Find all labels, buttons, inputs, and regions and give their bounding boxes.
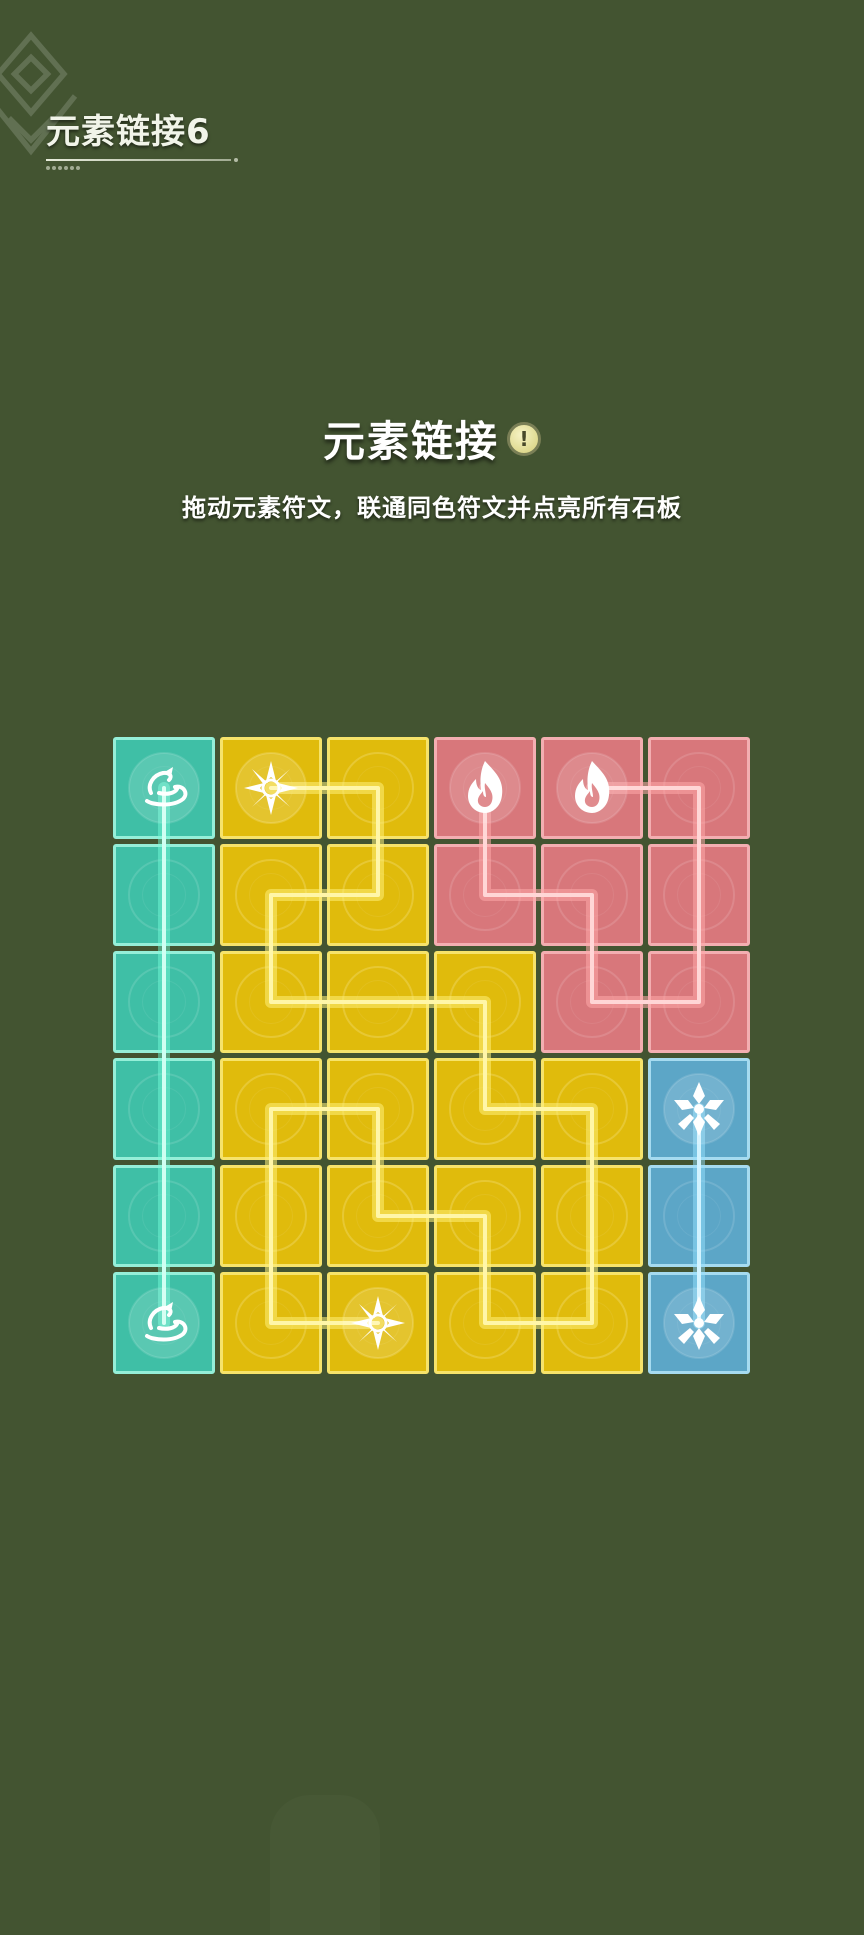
tile-geo[interactable] [327, 1165, 429, 1267]
tile-geo[interactable] [327, 951, 429, 1053]
tile-geo[interactable] [541, 1272, 643, 1374]
bottom-decoration [270, 1795, 380, 1935]
puzzle-board [113, 737, 751, 1375]
tile-geo[interactable] [220, 1272, 322, 1374]
tile-geo[interactable] [434, 1058, 536, 1160]
tile-inner-ring [142, 980, 186, 1024]
tile-inner-ring [142, 1087, 186, 1131]
tile-anemo[interactable] [113, 951, 215, 1053]
puzzle-heading-row: 元素链接 ! [0, 408, 864, 469]
tile-inner-ring [463, 980, 507, 1024]
tile-inner-ring [142, 1194, 186, 1238]
tile-inner-ring [356, 873, 400, 917]
tile-inner-ring [677, 766, 721, 810]
tile-geo[interactable] [327, 737, 429, 839]
tile-inner-ring [677, 980, 721, 1024]
tile-geo[interactable] [220, 951, 322, 1053]
level-header: 元素链接6 [46, 104, 238, 170]
tile-pyro[interactable] [648, 951, 750, 1053]
tile-inner-ring [463, 1087, 507, 1131]
tile-inner-ring [463, 1301, 507, 1345]
tile-inner-ring [463, 1194, 507, 1238]
tile-anemo[interactable] [113, 1058, 215, 1160]
tile-inner-ring [356, 1194, 400, 1238]
tile-pyro[interactable] [648, 844, 750, 946]
tile-inner-ring [570, 873, 614, 917]
tile-anemo[interactable] [113, 1165, 215, 1267]
puzzle-heading: 元素链接 [322, 417, 499, 466]
anemo-icon[interactable] [129, 753, 199, 823]
tile-inner-ring [677, 1194, 721, 1238]
level-progress-dots [46, 166, 231, 170]
tile-inner-ring [249, 1087, 293, 1131]
geo-icon[interactable] [236, 753, 306, 823]
tile-geo[interactable] [220, 1165, 322, 1267]
tile-geo[interactable] [327, 844, 429, 946]
tile-pyro[interactable] [648, 737, 750, 839]
tile-geo[interactable] [220, 1058, 322, 1160]
tile-geo[interactable] [434, 951, 536, 1053]
cryo-icon[interactable] [664, 1074, 734, 1144]
geo-icon[interactable] [343, 1288, 413, 1358]
puzzle-instructions: 拖动元素符文，联通同色符文并点亮所有石板 [182, 494, 682, 522]
tile-inner-ring [249, 980, 293, 1024]
tile-inner-ring [249, 1301, 293, 1345]
tile-geo[interactable] [434, 1272, 536, 1374]
tile-inner-ring [570, 980, 614, 1024]
tile-inner-ring [677, 873, 721, 917]
tile-inner-ring [570, 1194, 614, 1238]
tile-inner-ring [570, 1087, 614, 1131]
tile-inner-ring [463, 873, 507, 917]
exclamation-icon[interactable]: ! [507, 421, 541, 456]
tile-inner-ring [356, 1087, 400, 1131]
cryo-icon[interactable] [664, 1288, 734, 1358]
pyro-icon[interactable] [450, 753, 520, 823]
tile-inner-ring [356, 980, 400, 1024]
tile-inner-ring [249, 1194, 293, 1238]
level-title-underline [46, 158, 238, 162]
tile-geo[interactable] [327, 1058, 429, 1160]
tile-inner-ring [570, 1301, 614, 1345]
tile-pyro[interactable] [434, 844, 536, 946]
tile-geo[interactable] [220, 844, 322, 946]
pyro-icon[interactable] [557, 753, 627, 823]
anemo-icon[interactable] [129, 1288, 199, 1358]
tile-inner-ring [142, 873, 186, 917]
tile-geo[interactable] [541, 1058, 643, 1160]
tile-geo[interactable] [434, 1165, 536, 1267]
tile-pyro[interactable] [541, 951, 643, 1053]
level-title: 元素链接6 [46, 112, 211, 152]
tile-cryo[interactable] [648, 1165, 750, 1267]
tile-geo[interactable] [541, 1165, 643, 1267]
tile-anemo[interactable] [113, 844, 215, 946]
tile-pyro[interactable] [541, 844, 643, 946]
tile-inner-ring [356, 766, 400, 810]
tile-inner-ring [249, 873, 293, 917]
